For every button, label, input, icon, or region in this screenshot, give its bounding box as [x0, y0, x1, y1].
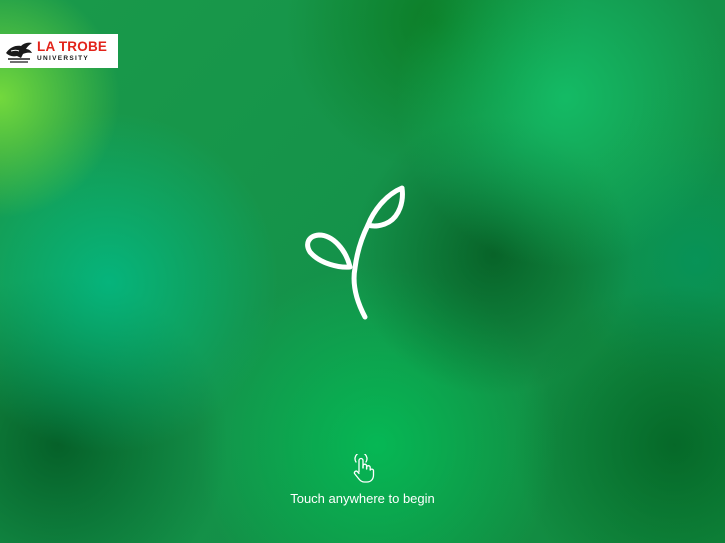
- touch-prompt-text: Touch anywhere to begin: [290, 491, 435, 506]
- logo-subtitle: UNIVERSITY: [37, 54, 90, 62]
- eagle-emblem-icon: [6, 42, 32, 63]
- logo-name: LA TROBE: [37, 39, 108, 54]
- touch-hand-icon: [353, 454, 375, 483]
- sprout-icon: [305, 185, 405, 320]
- la-trobe-logo: LA TROBE UNIVERSITY: [0, 34, 118, 68]
